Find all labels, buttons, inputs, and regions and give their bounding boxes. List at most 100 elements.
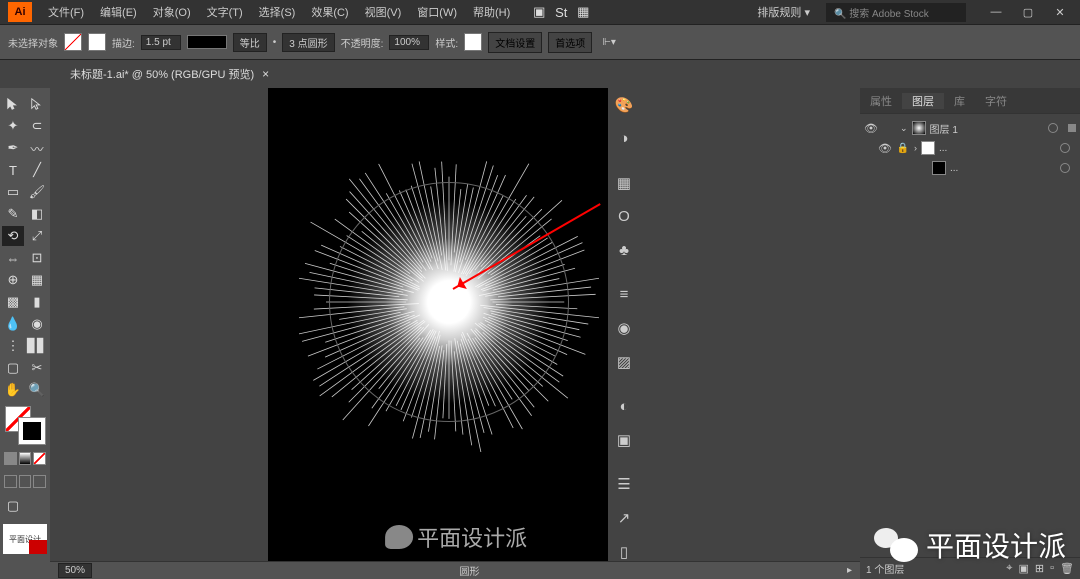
minimize-icon[interactable]: — xyxy=(984,6,1008,19)
search-stock-input[interactable]: 🔍 搜索 Adobe Stock xyxy=(826,3,966,22)
gradient-panel-icon[interactable]: ◉ xyxy=(613,318,635,340)
menu-select[interactable]: 选择(S) xyxy=(251,4,304,20)
hand-tool-icon[interactable]: ✋ xyxy=(2,380,24,400)
symbol-sprayer-tool-icon[interactable]: ⋮ xyxy=(2,336,24,356)
target-icon[interactable] xyxy=(1060,163,1070,173)
selection-tool-icon[interactable] xyxy=(2,94,24,114)
visibility-icon[interactable]: 👁 xyxy=(878,142,892,155)
brushes-icon[interactable]: Ο xyxy=(613,206,635,228)
magic-wand-tool-icon[interactable]: ✦ xyxy=(2,116,24,136)
align-icon[interactable]: ⊩▾ xyxy=(602,37,616,48)
appearance-icon[interactable]: ◐ xyxy=(613,395,635,417)
menu-view[interactable]: 视图(V) xyxy=(357,4,410,20)
menu-edit[interactable]: 编辑(E) xyxy=(92,4,145,20)
stroke-color-icon[interactable] xyxy=(19,418,45,444)
curvature-tool-icon[interactable]: 〰 xyxy=(26,138,48,158)
gradient-tool-icon[interactable]: ▮ xyxy=(26,292,48,312)
fill-swatch[interactable] xyxy=(64,33,82,51)
transparency-icon[interactable]: ▨ xyxy=(613,351,635,373)
lock-icon[interactable]: 🔒 xyxy=(896,143,910,154)
shaper-tool-icon[interactable]: ✎ xyxy=(2,204,24,224)
rectangle-tool-icon[interactable]: ▭ xyxy=(2,182,24,202)
eyedropper-tool-icon[interactable]: 💧 xyxy=(2,314,24,334)
lasso-tool-icon[interactable]: ⊂ xyxy=(26,116,48,136)
document-setup-button[interactable]: 文档设置 xyxy=(488,32,542,53)
expand-icon[interactable]: ⌄ xyxy=(900,123,908,134)
canvas[interactable]: 平面设计派 🎨 ◑ ▦ Ο ♣ ≡ ◉ ▨ ◐ ▣ ☰ ↗ ▯ 50% 圆形 ▸ xyxy=(50,88,860,579)
tab-layers[interactable]: 图层 xyxy=(902,93,944,109)
width-tool-icon[interactable]: ⇔ xyxy=(2,248,24,268)
brush-dropdown[interactable]: 3 点圆形 xyxy=(282,33,334,52)
graph-tool-icon[interactable]: ▊▋ xyxy=(26,336,48,356)
screen-mode-icon[interactable]: ▢ xyxy=(2,496,24,516)
tab-characters[interactable]: 字符 xyxy=(975,93,1017,109)
artboard-tool-icon[interactable]: ▢ xyxy=(2,358,24,378)
scale-tool-icon[interactable]: ⤢ xyxy=(26,226,48,246)
slice-tool-icon[interactable]: ✂ xyxy=(26,358,48,378)
perspective-tool-icon[interactable]: ▦ xyxy=(26,270,48,290)
sublayer-name[interactable]: ... xyxy=(939,143,947,154)
zoom-tool-icon[interactable]: 🔍 xyxy=(26,380,48,400)
layers-dock-icon[interactable]: ☰ xyxy=(613,473,635,495)
workspace-switcher[interactable]: 排版规则 ▾ xyxy=(749,4,818,20)
mesh-tool-icon[interactable]: ▩ xyxy=(2,292,24,312)
stroke-swatch[interactable] xyxy=(88,33,106,51)
color-panel-icon[interactable]: 🎨 xyxy=(613,94,635,116)
target-icon[interactable] xyxy=(1060,143,1070,153)
menu-help[interactable]: 帮助(H) xyxy=(465,4,518,20)
layer-row[interactable]: 👁 ⌄ 图层 1 xyxy=(864,118,1076,138)
fill-stroke-control[interactable] xyxy=(5,406,45,444)
pen-tool-icon[interactable]: ✒ xyxy=(2,138,24,158)
stroke-width-input[interactable] xyxy=(141,35,181,50)
stroke-profile[interactable] xyxy=(187,35,227,49)
bridge-icon[interactable]: ▣ xyxy=(528,2,550,22)
close-icon[interactable]: ✕ xyxy=(1048,6,1072,19)
color-mode-normal-icon[interactable] xyxy=(4,452,17,465)
color-guide-icon[interactable]: ◑ xyxy=(613,128,635,150)
style-swatch[interactable] xyxy=(464,33,482,51)
layer-row[interactable]: 👁 🔒 › ... xyxy=(864,138,1076,158)
tab-libraries[interactable]: 库 xyxy=(944,93,975,109)
expand-icon[interactable]: › xyxy=(914,143,917,153)
tab-close-icon[interactable]: × xyxy=(262,67,269,81)
type-tool-icon[interactable]: T xyxy=(2,160,24,180)
shape-builder-tool-icon[interactable]: ⊕ xyxy=(2,270,24,290)
tab-properties[interactable]: 属性 xyxy=(860,93,902,109)
graphic-styles-icon[interactable]: ▣ xyxy=(613,429,635,451)
color-mode-gradient-icon[interactable] xyxy=(19,452,32,465)
draw-normal-icon[interactable] xyxy=(4,475,17,488)
paintbrush-tool-icon[interactable]: 🖌 xyxy=(26,182,48,202)
opacity-input[interactable] xyxy=(389,35,429,50)
layer-name[interactable]: 图层 1 xyxy=(930,121,958,136)
sublayer-name[interactable]: ... xyxy=(950,163,958,174)
stroke-panel-icon[interactable]: ≡ xyxy=(613,284,635,306)
visibility-icon[interactable]: 👁 xyxy=(864,122,878,135)
symbols-icon[interactable]: ♣ xyxy=(613,240,635,262)
draw-inside-icon[interactable] xyxy=(33,475,46,488)
preferences-button[interactable]: 首选项 xyxy=(548,32,592,53)
menu-file[interactable]: 文件(F) xyxy=(40,4,92,20)
artboards-icon[interactable]: ▯ xyxy=(613,541,635,563)
arrange-icon[interactable]: ▦ xyxy=(572,2,594,22)
asset-export-icon[interactable]: ↗ xyxy=(613,507,635,529)
document-tab[interactable]: 未标题-1.ai* @ 50% (RGB/GPU 预览) × xyxy=(58,66,281,82)
direct-selection-tool-icon[interactable] xyxy=(26,94,48,114)
menu-object[interactable]: 对象(O) xyxy=(145,4,199,20)
free-transform-tool-icon[interactable]: ⊡ xyxy=(26,248,48,268)
swatches-icon[interactable]: ▦ xyxy=(613,172,635,194)
layer-row[interactable]: ... xyxy=(864,158,1076,178)
status-nav-icon[interactable]: ▸ xyxy=(847,565,852,576)
zoom-dropdown[interactable]: 50% xyxy=(58,563,92,578)
line-tool-icon[interactable]: ╱ xyxy=(26,160,48,180)
draw-behind-icon[interactable] xyxy=(19,475,32,488)
menu-window[interactable]: 窗口(W) xyxy=(409,4,465,20)
maximize-icon[interactable]: ▢ xyxy=(1016,6,1040,19)
rotate-tool-icon[interactable]: ⟲ xyxy=(2,226,24,246)
menu-effect[interactable]: 效果(C) xyxy=(303,4,356,20)
eraser-tool-icon[interactable]: ◧ xyxy=(26,204,48,224)
target-icon[interactable] xyxy=(1048,123,1058,133)
fit-dropdown[interactable]: 等比 xyxy=(233,33,267,52)
menu-type[interactable]: 文字(T) xyxy=(199,4,251,20)
blend-tool-icon[interactable]: ◉ xyxy=(26,314,48,334)
stock-icon[interactable]: St xyxy=(550,2,572,22)
